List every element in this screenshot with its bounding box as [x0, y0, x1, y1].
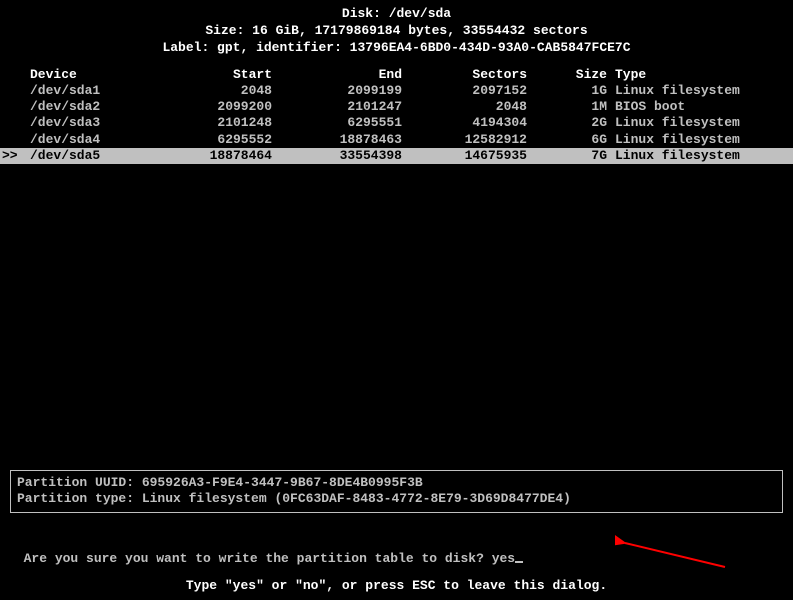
row-start: 2099200 — [142, 99, 272, 115]
col-device-header: Device — [22, 67, 142, 83]
table-row[interactable]: /dev/sda4629555218878463125829126GLinux … — [0, 132, 793, 148]
disk-size-line: Size: 16 GiB, 17179869184 bytes, 3355443… — [0, 23, 793, 40]
confirm-prompt[interactable]: Are you sure you want to write the parti… — [8, 536, 523, 566]
col-end-header: End — [272, 67, 402, 83]
row-size: 1M — [527, 99, 607, 115]
row-size: 7G — [527, 148, 607, 164]
row-end: 2101247 — [272, 99, 402, 115]
row-start: 18878464 — [142, 148, 272, 164]
dialog-hint: Type "yes" or "no", or press ESC to leav… — [0, 578, 793, 593]
row-end: 2099199 — [272, 83, 402, 99]
row-marker — [0, 132, 22, 148]
row-type: Linux filesystem — [607, 148, 793, 164]
row-start: 2048 — [142, 83, 272, 99]
row-end: 33554398 — [272, 148, 402, 164]
row-marker — [0, 99, 22, 115]
col-sectors-header: Sectors — [402, 67, 527, 83]
row-sectors: 14675935 — [402, 148, 527, 164]
row-device: /dev/sda5 — [22, 148, 142, 164]
col-size-header: Size — [527, 67, 607, 83]
row-device: /dev/sda2 — [22, 99, 142, 115]
table-row[interactable]: /dev/sda32101248629555141943042GLinux fi… — [0, 115, 793, 131]
col-marker-header — [0, 67, 22, 83]
prompt-input-value[interactable]: yes — [492, 551, 515, 566]
table-row[interactable]: >>/dev/sda51887846433554398146759357GLin… — [0, 148, 793, 164]
annotation-arrow-icon — [615, 535, 735, 575]
row-start: 6295552 — [142, 132, 272, 148]
row-start: 2101248 — [142, 115, 272, 131]
row-type: Linux filesystem — [607, 83, 793, 99]
row-type: Linux filesystem — [607, 115, 793, 131]
row-marker — [0, 83, 22, 99]
col-type-header: Type — [607, 67, 793, 83]
row-size: 6G — [527, 132, 607, 148]
text-cursor — [515, 561, 523, 563]
row-size: 1G — [527, 83, 607, 99]
row-end: 18878463 — [272, 132, 402, 148]
partition-uuid-line: Partition UUID: 695926A3-F9E4-3447-9B67-… — [17, 475, 776, 491]
disk-label-line: Label: gpt, identifier: 13796EA4-6BD0-43… — [0, 40, 793, 57]
row-size: 2G — [527, 115, 607, 131]
row-sectors: 12582912 — [402, 132, 527, 148]
row-end: 6295551 — [272, 115, 402, 131]
row-marker: >> — [0, 148, 22, 164]
row-marker — [0, 115, 22, 131]
row-type: Linux filesystem — [607, 132, 793, 148]
table-header-row: Device Start End Sectors Size Type — [0, 67, 793, 83]
partition-type-line: Partition type: Linux filesystem (0FC63D… — [17, 491, 776, 507]
row-sectors: 2097152 — [402, 83, 527, 99]
disk-title: Disk: /dev/sda — [0, 6, 793, 23]
row-device: /dev/sda4 — [22, 132, 142, 148]
table-row[interactable]: /dev/sda12048209919920971521GLinux files… — [0, 83, 793, 99]
table-row[interactable]: /dev/sda22099200210124720481MBIOS boot — [0, 99, 793, 115]
col-start-header: Start — [142, 67, 272, 83]
row-device: /dev/sda3 — [22, 115, 142, 131]
partition-table: Device Start End Sectors Size Type /dev/… — [0, 67, 793, 165]
row-type: BIOS boot — [607, 99, 793, 115]
disk-header: Disk: /dev/sda Size: 16 GiB, 17179869184… — [0, 0, 793, 57]
row-sectors: 4194304 — [402, 115, 527, 131]
row-sectors: 2048 — [402, 99, 527, 115]
partition-info-box: Partition UUID: 695926A3-F9E4-3447-9B67-… — [10, 470, 783, 513]
prompt-question: Are you sure you want to write the parti… — [24, 551, 492, 566]
row-device: /dev/sda1 — [22, 83, 142, 99]
